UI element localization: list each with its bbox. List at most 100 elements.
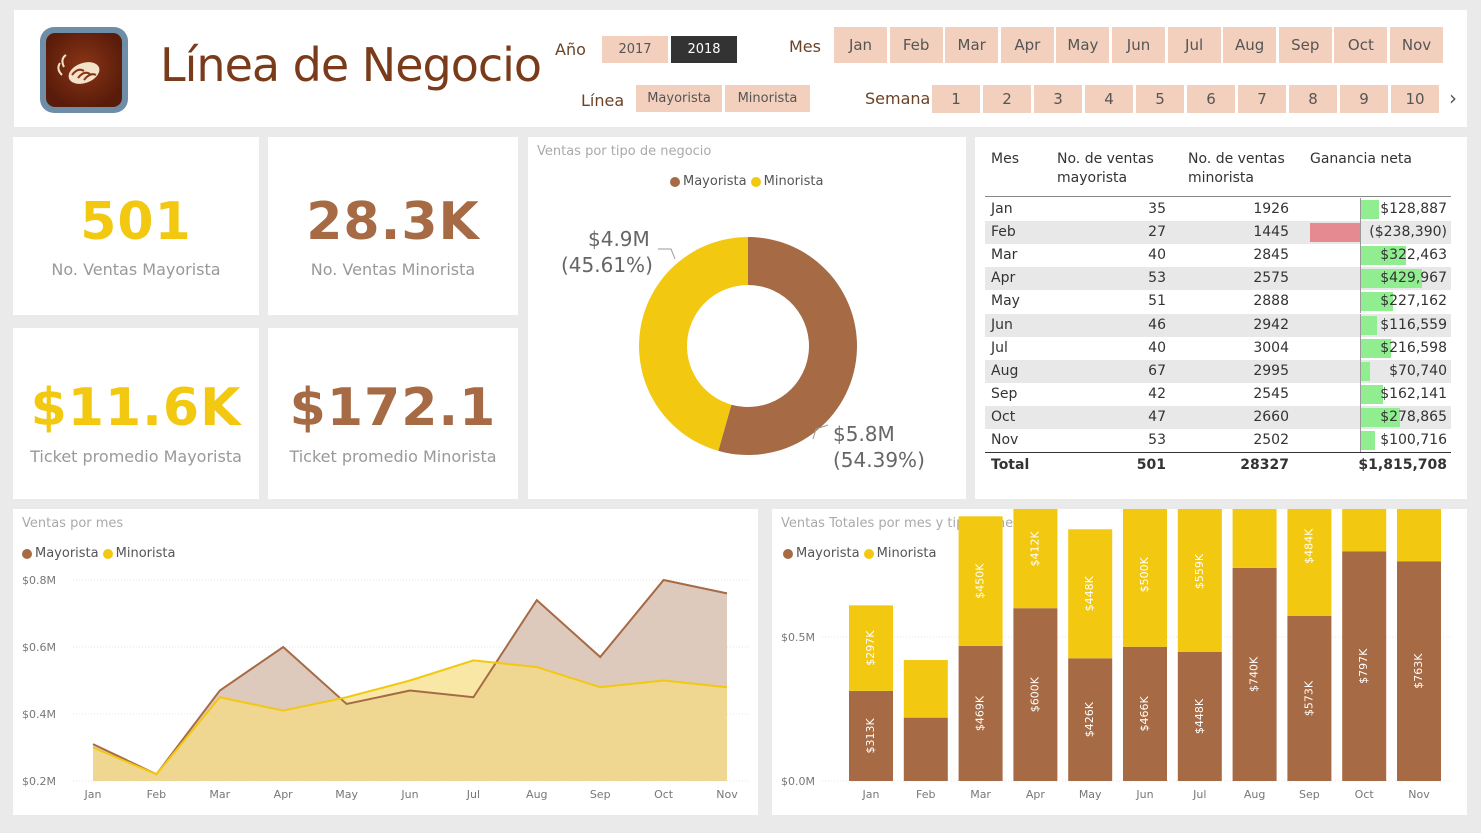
month-button-nov[interactable]: Nov bbox=[1390, 27, 1443, 63]
month-button-sep[interactable]: Sep bbox=[1278, 27, 1332, 63]
cell-mes: Mar bbox=[991, 247, 1018, 264]
cell-ventas-minorista: 2660 bbox=[1253, 408, 1289, 425]
table-row[interactable]: May 51 2888 $227,162 bbox=[985, 290, 1451, 314]
month-button-mar[interactable]: Mar bbox=[945, 27, 999, 63]
bar-mayorista-feb[interactable] bbox=[903, 717, 948, 781]
table-row[interactable]: Jul 40 3004 $216,598 bbox=[985, 336, 1451, 360]
kpi-label: Ticket promedio Mayorista bbox=[30, 447, 242, 466]
cell-ganancia: $278,865 bbox=[1380, 408, 1447, 425]
month-button-oct[interactable]: Oct bbox=[1334, 27, 1388, 63]
month-button-apr[interactable]: Apr bbox=[1000, 27, 1054, 63]
cell-ganancia: $162,141 bbox=[1380, 385, 1447, 402]
bar-minorista-aug[interactable] bbox=[1232, 509, 1277, 568]
bar-minorista-oct[interactable] bbox=[1342, 509, 1387, 552]
bar-data-label: $412K bbox=[1028, 530, 1041, 566]
year-2017-button[interactable]: 2017 bbox=[602, 36, 668, 63]
table-row[interactable]: Jan 35 1926 $128,887 bbox=[985, 198, 1451, 221]
cell-ganancia: $216,598 bbox=[1380, 339, 1447, 356]
week-button-8[interactable]: 8 bbox=[1289, 85, 1337, 113]
bar-data-label: $448K bbox=[1083, 575, 1096, 611]
week-button-5[interactable]: 5 bbox=[1136, 85, 1184, 113]
bar-data-label: $426K bbox=[1083, 701, 1096, 737]
month-button-jun[interactable]: Jun bbox=[1112, 27, 1165, 63]
table-row[interactable]: Apr 53 2575 $429,967 bbox=[985, 267, 1451, 291]
cell-ventas-mayorista: 40 bbox=[1148, 247, 1166, 264]
cell-ventas-mayorista: 42 bbox=[1148, 385, 1166, 402]
x-tick-label: Sep bbox=[590, 788, 611, 801]
label-mayorista-pct: (54.39%) bbox=[833, 448, 925, 472]
x-tick-label: Feb bbox=[916, 788, 935, 801]
x-tick-label: Jul bbox=[466, 788, 480, 801]
line-minorista-button[interactable]: Minorista bbox=[725, 85, 810, 112]
cell-ventas-minorista: 2888 bbox=[1253, 293, 1289, 310]
kpi-label: No. Ventas Minorista bbox=[310, 260, 476, 279]
kpi-value: 501 bbox=[80, 192, 192, 252]
week-button-9[interactable]: 9 bbox=[1340, 85, 1388, 113]
week-button-1[interactable]: 1 bbox=[932, 85, 980, 113]
bar-data-label: $740K bbox=[1248, 656, 1261, 692]
x-tick-label: Nov bbox=[716, 788, 738, 801]
header-divider bbox=[985, 196, 1451, 197]
kpi-ventas-minorista: 28.3K No. Ventas Minorista bbox=[268, 137, 518, 315]
header-ventas-minorista[interactable]: No. de ventas minorista bbox=[1188, 150, 1308, 188]
y-tick-label: $0.5M bbox=[781, 631, 815, 644]
table-row[interactable]: Oct 47 2660 $278,865 bbox=[985, 405, 1451, 429]
month-button-may[interactable]: May bbox=[1056, 27, 1110, 63]
bar-minorista-feb[interactable] bbox=[903, 660, 948, 718]
cell-ganancia: $429,967 bbox=[1380, 270, 1447, 287]
header-ganancia[interactable]: Ganancia neta bbox=[1310, 150, 1412, 169]
bar-data-label: $600K bbox=[1028, 676, 1041, 712]
cell-ventas-mayorista: 40 bbox=[1148, 339, 1166, 356]
year-label: Año bbox=[555, 40, 586, 59]
week-button-2[interactable]: 2 bbox=[983, 85, 1031, 113]
week-button-3[interactable]: 3 bbox=[1034, 85, 1082, 113]
header-mes[interactable]: Mes bbox=[991, 150, 1019, 169]
table-row[interactable]: Jun 46 2942 $116,559 bbox=[985, 313, 1451, 337]
week-button-7[interactable]: 7 bbox=[1238, 85, 1286, 113]
table-row[interactable]: Feb 27 1445 ($238,390) bbox=[985, 221, 1451, 245]
profit-axis bbox=[1360, 429, 1361, 452]
header-ventas-mayorista[interactable]: No. de ventas mayorista bbox=[1057, 150, 1182, 188]
profit-axis bbox=[1360, 221, 1361, 245]
month-button-jan[interactable]: Jan bbox=[834, 27, 887, 63]
profit-bar-negative bbox=[1310, 223, 1360, 243]
week-button-6[interactable]: 6 bbox=[1187, 85, 1235, 113]
cell-ventas-minorista: 2575 bbox=[1253, 270, 1289, 287]
x-tick-label: Apr bbox=[274, 788, 294, 801]
x-tick-label: Aug bbox=[526, 788, 547, 801]
chevron-right-icon[interactable]: › bbox=[1449, 86, 1457, 110]
table-row[interactable]: Aug 67 2995 $70,740 bbox=[985, 359, 1451, 383]
profit-axis bbox=[1360, 313, 1361, 337]
table-row[interactable]: Mar 40 2845 $322,463 bbox=[985, 244, 1451, 268]
week-button-10[interactable]: 10 bbox=[1391, 85, 1439, 113]
x-tick-label: May bbox=[335, 788, 358, 801]
bar-data-label: $559K bbox=[1193, 553, 1206, 589]
bar-data-label: $500K bbox=[1138, 556, 1151, 592]
cell-mes: Nov bbox=[991, 432, 1019, 448]
line-mayorista-button[interactable]: Mayorista bbox=[636, 85, 722, 112]
cell-ventas-mayorista: 35 bbox=[1148, 201, 1166, 217]
app-logo bbox=[40, 27, 128, 113]
month-button-aug[interactable]: Aug bbox=[1223, 27, 1277, 63]
cell-mes: Jul bbox=[991, 339, 1008, 356]
month-button-jul[interactable]: Jul bbox=[1167, 27, 1221, 63]
x-tick-label: Jan bbox=[862, 788, 880, 801]
bar-data-label: $797K bbox=[1357, 648, 1370, 684]
table-row[interactable]: Sep 42 2545 $162,141 bbox=[985, 382, 1451, 406]
cell-ganancia: $100,716 bbox=[1380, 432, 1447, 448]
profit-bar-positive bbox=[1360, 200, 1379, 219]
x-tick-label: Jan bbox=[84, 788, 102, 801]
cell-mes: May bbox=[991, 293, 1020, 310]
bar-minorista-nov[interactable] bbox=[1397, 509, 1441, 562]
week-button-4[interactable]: 4 bbox=[1085, 85, 1133, 113]
cell-ventas-mayorista: 46 bbox=[1148, 316, 1166, 333]
donut-chart: $4.9M (45.61%) $5.8M (54.39%) bbox=[561, 227, 925, 472]
kpi-ticket-mayorista: $11.6K Ticket promedio Mayorista bbox=[13, 328, 259, 499]
week-label: Semana bbox=[865, 89, 931, 108]
year-2018-button[interactable]: 2018 bbox=[671, 36, 737, 63]
month-button-feb[interactable]: Feb bbox=[889, 27, 943, 63]
cell-mes: Jan bbox=[991, 201, 1013, 217]
table-row[interactable]: Nov 53 2502 $100,716 bbox=[985, 429, 1451, 452]
total-label: Total bbox=[991, 457, 1030, 473]
kpi-ticket-minorista: $172.1 Ticket promedio Minorista bbox=[268, 328, 518, 499]
